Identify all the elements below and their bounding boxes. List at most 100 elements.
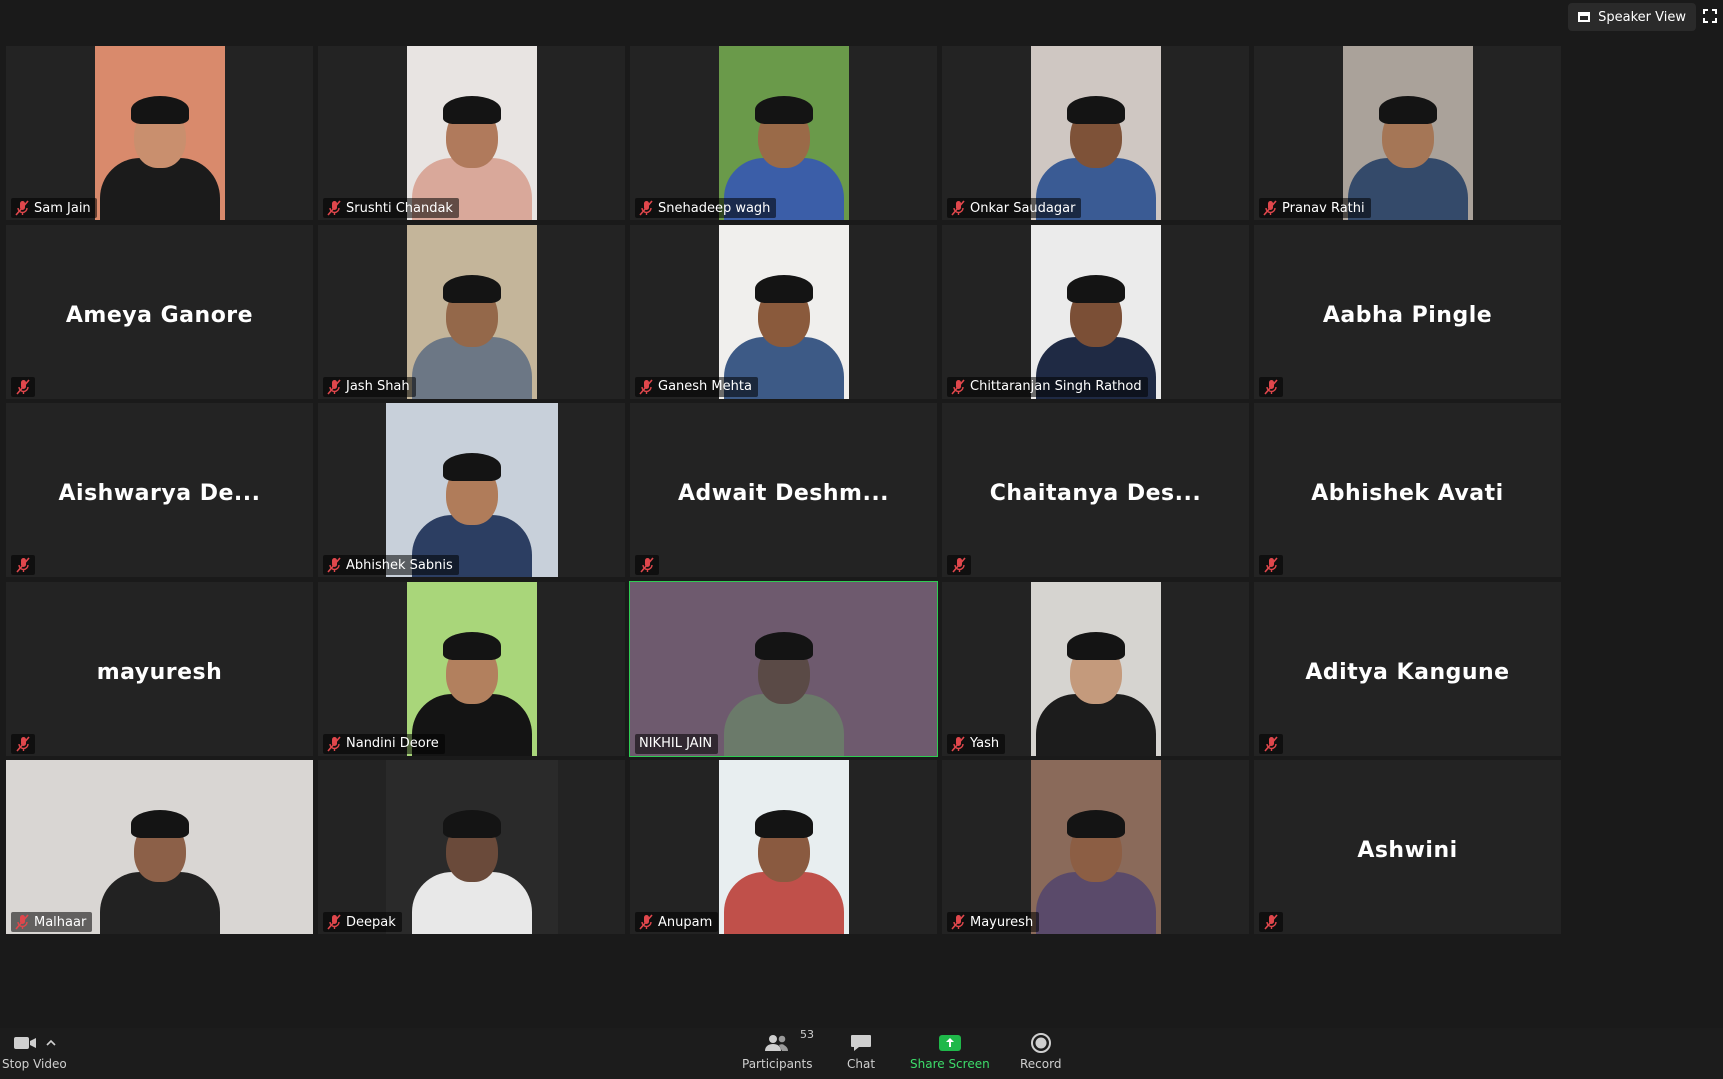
muted-mic-icon <box>951 735 965 752</box>
stop-video-button[interactable]: Stop Video <box>2 1032 67 1071</box>
person-hair <box>754 810 813 838</box>
participant-tile[interactable]: mayuresh <box>6 581 313 756</box>
participant-tile[interactable]: Adwait Deshm... <box>630 403 937 577</box>
participant-name: Adwait Deshm... <box>677 481 890 506</box>
person-hair <box>1066 274 1125 303</box>
fullscreen-button[interactable] <box>1703 8 1717 23</box>
participant-name: Srushti Chandak <box>346 200 453 216</box>
participant-video <box>1030 581 1161 756</box>
participant-name-tag: Nandini Deore <box>323 733 445 754</box>
person-hair <box>442 453 501 481</box>
muted-mic-icon <box>1259 555 1283 575</box>
participant-tile[interactable]: Pranav Rathi <box>1254 46 1561 220</box>
participant-tile[interactable]: NIKHIL JAIN <box>629 580 938 757</box>
speaker-view-button[interactable]: Speaker View <box>1568 3 1696 31</box>
participant-tile[interactable]: Srushti Chandak <box>318 46 625 220</box>
participant-video <box>385 403 558 577</box>
participant-name: Sam Jain <box>34 200 91 216</box>
fullscreen-icon <box>1703 9 1717 23</box>
participant-tile[interactable]: Nandini Deore <box>318 581 625 756</box>
participant-tile[interactable]: Anupam <box>630 760 937 934</box>
participant-name: Chaitanya Des... <box>989 481 1202 506</box>
participant-name-tag: Pranav Rathi <box>1259 198 1371 218</box>
participant-name: Ashwini <box>1357 838 1458 863</box>
participant-tile[interactable]: Ashwini <box>1254 760 1561 934</box>
participant-tile[interactable]: Ameya Ganore <box>6 224 313 399</box>
participants-icon <box>765 1035 789 1051</box>
participant-tile[interactable]: Aditya Kangune <box>1254 581 1561 756</box>
video-camera-icon <box>14 1037 37 1049</box>
participant-video <box>94 46 225 220</box>
person-hair <box>1066 631 1125 660</box>
participant-tile[interactable]: Yash <box>942 581 1249 756</box>
participant-tile[interactable]: Chittaranjan Singh Rathod <box>942 224 1249 399</box>
participants-count: 53 <box>800 1028 814 1041</box>
participant-video <box>406 224 537 399</box>
record-icon <box>1030 1033 1051 1053</box>
participant-tile[interactable]: Chaitanya Des... <box>942 403 1249 577</box>
participant-name: Nandini Deore <box>346 736 439 751</box>
participant-name: Jash Shah <box>346 379 410 394</box>
participant-tile[interactable]: Jash Shah <box>318 224 625 399</box>
participant-tile[interactable]: Abhishek Sabnis <box>318 403 625 577</box>
person-hair <box>754 274 813 303</box>
participant-tile[interactable]: Abhishek Avati <box>1254 403 1561 577</box>
muted-mic-icon <box>951 200 965 216</box>
participant-name-tag: Yash <box>947 733 1006 754</box>
muted-mic-icon <box>11 376 35 397</box>
participant-tile[interactable]: Deepak <box>318 760 625 934</box>
muted-mic-icon <box>327 914 341 930</box>
share-screen-button[interactable]: Share Screen <box>910 1032 990 1071</box>
chat-button[interactable]: Chat <box>847 1032 875 1071</box>
participant-name: Ganesh Mehta <box>658 379 752 394</box>
participant-name: Ameya Ganore <box>65 302 254 328</box>
participant-name: Aditya Kangune <box>1305 659 1510 685</box>
participant-name: Snehadeep wagh <box>658 200 771 216</box>
participant-tile[interactable]: Aishwarya De... <box>6 403 313 577</box>
muted-mic-icon <box>327 557 341 573</box>
participant-video <box>385 760 558 934</box>
person-hair <box>130 810 189 838</box>
participant-video <box>718 224 849 399</box>
person-hair <box>1066 810 1125 838</box>
person-hair <box>1378 96 1437 124</box>
person-hair <box>442 631 501 660</box>
person-hair <box>754 631 813 660</box>
muted-mic-icon <box>639 378 653 395</box>
participant-name-tag: Ganesh Mehta <box>635 376 758 397</box>
participant-name-tag: Anupam <box>635 912 719 932</box>
participant-video <box>6 760 313 934</box>
participant-tile[interactable]: Mayuresh <box>942 760 1249 934</box>
participant-tile[interactable]: Aabha Pingle <box>1254 224 1561 399</box>
chat-label: Chat <box>847 1057 876 1071</box>
top-bar: Speaker View <box>0 0 1723 42</box>
participant-tile[interactable]: Snehadeep wagh <box>630 46 937 220</box>
chevron-up-icon[interactable] <box>45 1037 57 1049</box>
participant-name-tag: Mayuresh <box>947 912 1040 932</box>
muted-mic-icon <box>635 555 659 575</box>
participant-video <box>1030 224 1161 399</box>
muted-mic-icon <box>327 735 341 752</box>
muted-mic-icon <box>1259 733 1283 754</box>
person-hair <box>130 96 189 124</box>
participant-tile[interactable]: Ganesh Mehta <box>630 224 937 399</box>
participant-name: Malhaar <box>34 914 87 930</box>
muted-mic-icon <box>1259 376 1283 397</box>
participant-tile[interactable]: Sam Jain <box>6 46 313 220</box>
participant-video <box>1342 46 1473 220</box>
participant-tile[interactable]: Malhaar <box>6 760 313 934</box>
participant-video <box>718 46 849 220</box>
participant-video <box>630 581 937 756</box>
participant-name: Pranav Rathi <box>1282 200 1365 216</box>
person-hair <box>442 96 501 124</box>
chat-icon <box>851 1035 872 1051</box>
muted-mic-icon <box>639 914 653 930</box>
participant-tile[interactable]: Onkar Saudagar <box>942 46 1249 220</box>
record-button[interactable]: Record <box>1020 1032 1061 1071</box>
participant-name: Abhishek Avati <box>1311 481 1504 506</box>
participant-gallery: Sam Jain Srushti Chandak Snehadeep wagh Onk… <box>6 46 1717 1025</box>
participant-name: mayuresh <box>96 659 223 685</box>
speaker-view-icon <box>1578 12 1591 22</box>
muted-mic-icon <box>1259 912 1283 932</box>
muted-mic-icon <box>11 733 35 754</box>
